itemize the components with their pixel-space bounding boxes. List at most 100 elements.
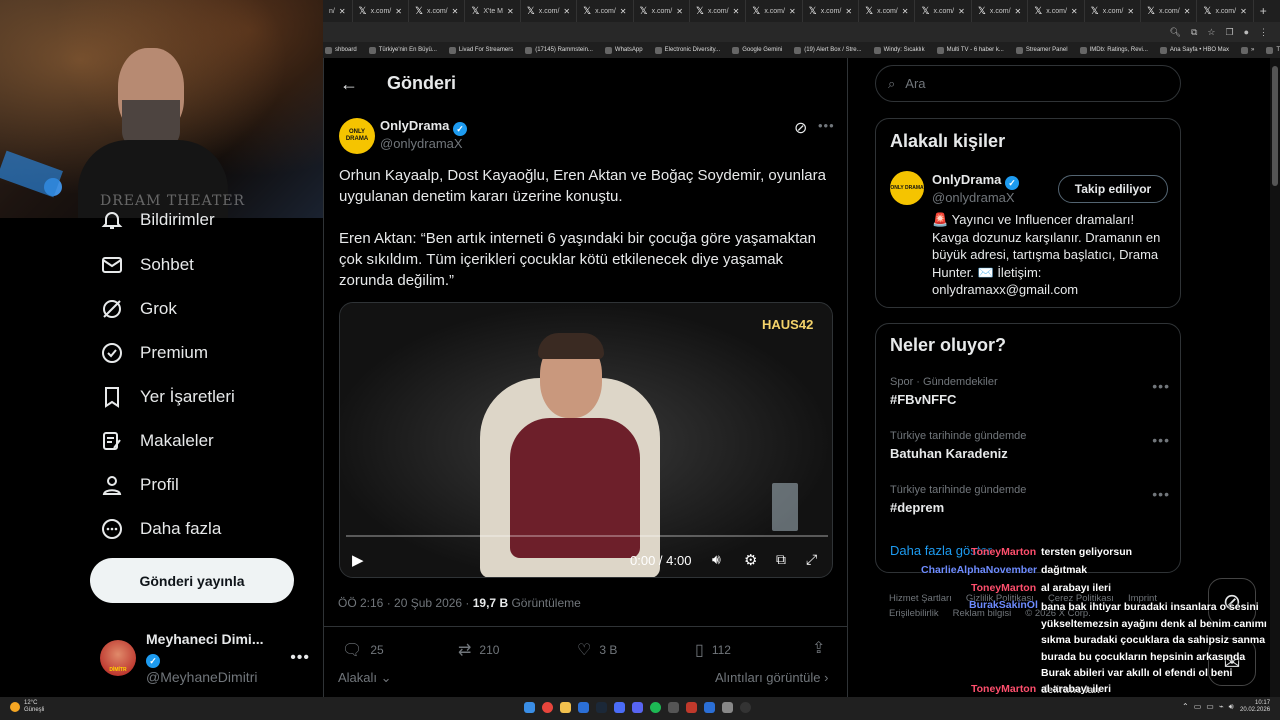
related-handle[interactable]: @onlydramaX [932, 190, 1015, 205]
browser-tab[interactable]: 𝕏x.com/✕ [972, 0, 1029, 22]
footer-link[interactable]: Erişilebilirlik [889, 607, 939, 620]
bookmark-item[interactable]: shboard [325, 46, 357, 54]
author-handle[interactable]: @onlydramaX [380, 136, 463, 151]
tab-close-icon[interactable]: ✕ [1071, 7, 1078, 16]
fullscreen-icon[interactable]: ⤢ [806, 551, 817, 568]
more-dots-icon[interactable]: ••• [1152, 432, 1170, 448]
following-button[interactable]: Takip ediliyor [1058, 175, 1168, 203]
tab-close-icon[interactable]: ✕ [395, 7, 402, 16]
file-explorer-icon[interactable] [560, 702, 571, 713]
tab-close-icon[interactable]: ✕ [789, 7, 796, 16]
steam-icon[interactable] [596, 702, 607, 713]
back-arrow-icon[interactable]: ← [340, 74, 358, 95]
footer-link[interactable]: Hizmet Şartları [889, 592, 952, 605]
browser-tab[interactable]: 𝕏x.com/✕ [1141, 0, 1198, 22]
sidebar-item-grok[interactable]: Grok [100, 297, 177, 321]
reply-button[interactable]: 🗨︎ 25 [342, 640, 384, 660]
browser-tab[interactable]: 𝕏x.com/✕ [1085, 0, 1142, 22]
video-progress-track[interactable] [346, 535, 828, 537]
sidebar-item-articles[interactable]: Makaleler [100, 429, 214, 453]
bookmark-item[interactable]: » [1241, 46, 1254, 54]
account-switcher[interactable]: DİMİTR Meyhaneci Dimi... ✓ @MeyhaneDimit… [100, 631, 310, 685]
scrollbar-thumb[interactable] [1272, 66, 1278, 186]
bookmark-item[interactable]: Livad For Streamers [448, 46, 513, 54]
sidebar-item-premium[interactable]: Premium [100, 341, 208, 365]
post-button[interactable]: Gönderi yayınla [90, 558, 294, 603]
tab-close-icon[interactable]: ✕ [676, 7, 683, 16]
more-dots-icon[interactable]: ••• [290, 649, 310, 667]
zoom-icon[interactable]: 🔍︎ [1170, 27, 1181, 38]
trend-item[interactable]: Türkiye tarihinde gündemde Batuhan Karad… [890, 430, 1170, 461]
tab-close-icon[interactable]: ✕ [1127, 7, 1134, 16]
author-name-row[interactable]: OnlyDrama ✓ [380, 118, 467, 136]
tab-close-icon[interactable]: ✕ [902, 7, 909, 16]
new-tab-button[interactable]: + [1254, 0, 1273, 22]
tab-close-icon[interactable]: ✕ [1015, 7, 1022, 16]
search-input[interactable]: Ara [905, 76, 925, 91]
sidebar-item-chat[interactable]: Sohbet [100, 253, 194, 277]
obs-icon[interactable] [740, 702, 751, 713]
view-quotes-link[interactable]: Alıntıları görüntüle › [715, 670, 828, 685]
discord-icon[interactable] [632, 702, 643, 713]
reply-sort-dropdown[interactable]: Alakalı ⌄ [338, 670, 392, 686]
tab-close-icon[interactable]: ✕ [958, 7, 965, 16]
weather-widget[interactable]: 12°C Güneşli [10, 700, 44, 714]
tab-close-icon[interactable]: ✕ [733, 7, 740, 16]
app-icon[interactable] [578, 702, 589, 713]
author-avatar[interactable]: ONLY DRAMA [339, 118, 375, 154]
bookmark-item[interactable]: Google Gemini [732, 46, 782, 54]
more-dots-icon[interactable]: ••• [818, 118, 835, 133]
bookmark-item[interactable]: Türkiye'nin En Büyü... [368, 46, 437, 54]
bookmark-item[interactable]: WhatsApp [604, 46, 643, 54]
related-avatar[interactable]: ONLY DRAMA [890, 171, 924, 205]
post-timestamp[interactable]: ÖÖ 2:16 · 20 Şub 2026 · [338, 596, 473, 610]
bookmark-item[interactable]: Tüm Yer İşaretleri [1266, 46, 1280, 54]
browser-tab[interactable]: 𝕏 X'te M ✕ [465, 0, 521, 22]
network-icon[interactable]: ⌁ [1219, 702, 1224, 712]
browser-tab[interactable]: 𝕏x.com/✕ [746, 0, 803, 22]
browser-tab-first[interactable]: n/ ✕ [323, 0, 353, 22]
spotify-icon[interactable] [650, 702, 661, 713]
browser-tab[interactable]: 𝕏x.com/✕ [859, 0, 916, 22]
browser-tab[interactable]: 𝕏x.com/✕ [1028, 0, 1085, 22]
profile-icon[interactable]: ● [1244, 27, 1249, 37]
extensions-icon[interactable]: ❐ [1225, 27, 1233, 38]
pip-icon[interactable]: ⧉ [776, 551, 786, 568]
related-name-row[interactable]: OnlyDrama ✓ [932, 172, 1019, 190]
browser-tab[interactable]: 𝕏x.com/✕ [521, 0, 578, 22]
volume-icon[interactable]: 🔊︎ [1229, 702, 1234, 712]
repost-button[interactable]: ⇄ 210 [458, 640, 499, 660]
tab-close-icon[interactable]: ✕ [339, 7, 346, 16]
browser-tab[interactable]: 𝕏x.com/✕ [1197, 0, 1254, 22]
bookmark-item[interactable]: IMDb: Ratings, Revi... [1079, 46, 1148, 54]
settings-icon[interactable]: ⚙ [744, 551, 757, 569]
play-icon[interactable]: ▶ [352, 551, 364, 569]
bookmark-star-icon[interactable]: ☆ [1207, 27, 1215, 38]
tab-close-icon[interactable]: ✕ [452, 7, 459, 16]
windows-start-icon[interactable] [524, 702, 535, 713]
bookmark-item[interactable]: (19) Alert Box / Stre... [794, 46, 862, 54]
tray-icon[interactable]: ▭ [1206, 702, 1214, 712]
browser-tab[interactable]: 𝕏x.com/✕ [634, 0, 690, 22]
trend-item[interactable]: Türkiye tarihinde gündemde #deprem ••• [890, 484, 1170, 515]
sidebar-item-bookmarks[interactable]: Yer İşaretleri [100, 385, 235, 409]
tab-close-icon[interactable]: ✕ [1240, 7, 1247, 16]
browser-tab[interactable]: 𝕏x.com/✕ [577, 0, 634, 22]
browser-tab[interactable]: 𝕏x.com/✕ [803, 0, 860, 22]
browser-tab[interactable]: 𝕏x.com/✕ [353, 0, 409, 22]
trend-item[interactable]: Spor · Gündemdekiler #FBvNFFC ••• [890, 376, 1170, 407]
taskbar-clock[interactable]: 10:17 20.02.2026 [1240, 700, 1270, 714]
app-icon[interactable] [722, 702, 733, 713]
more-dots-icon[interactable]: ••• [1152, 378, 1170, 394]
like-button[interactable]: ♡ 3 B [577, 640, 617, 660]
app-icon[interactable] [686, 702, 697, 713]
tray-chevron-icon[interactable]: ⌃ [1182, 702, 1189, 712]
tab-close-icon[interactable]: ✕ [563, 7, 570, 16]
bookmark-item[interactable]: (17145) Rammstein... [525, 46, 593, 54]
bookmark-item[interactable]: Streamer Panel [1015, 46, 1068, 54]
bookmark-item[interactable]: Ana Sayfa • HBO Max [1159, 46, 1229, 54]
app-icon[interactable] [614, 702, 625, 713]
search-box[interactable]: ⌕ Ara [875, 65, 1181, 102]
browser-tab[interactable]: 𝕏x.com/✕ [915, 0, 972, 22]
volume-icon[interactable]: 🔊︎ [712, 551, 721, 568]
